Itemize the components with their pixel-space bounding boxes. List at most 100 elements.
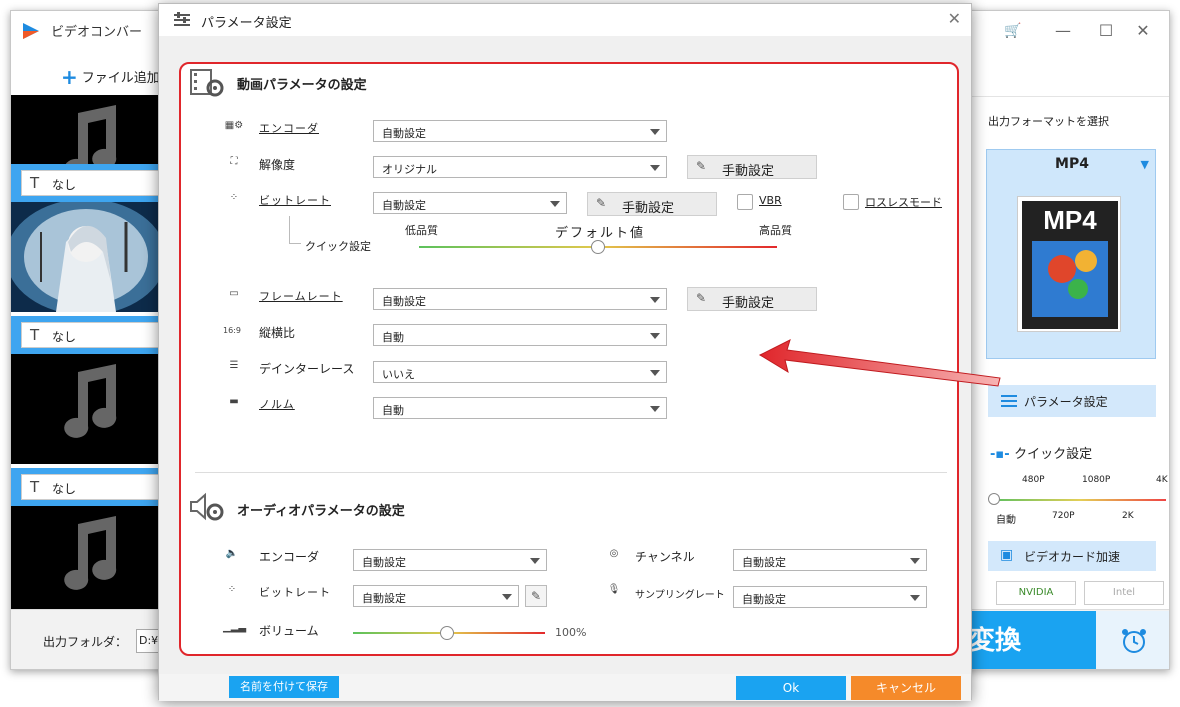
chevron-down-icon [650, 129, 660, 135]
deinterlace-select[interactable]: いいえ [373, 361, 667, 383]
quick-quality-knob[interactable] [988, 493, 1000, 505]
video-bitrate-label[interactable]: ビットレート [259, 192, 331, 208]
quick-quality-track[interactable] [994, 499, 1166, 501]
chevron-down-icon [910, 558, 920, 564]
cancel-button[interactable]: キャンセル [851, 676, 961, 700]
chevron-down-icon [650, 333, 660, 339]
framerate-value: 自動設定 [382, 295, 426, 308]
subtitle-row: T なし [11, 468, 161, 506]
audio-bitrate-select[interactable]: 自動設定 [353, 585, 519, 607]
tree-connector [289, 216, 301, 244]
resolution-manual-button[interactable]: ✎ 手動設定 [687, 155, 817, 179]
quick-label-2k: 2K [1122, 511, 1134, 521]
framerate-label[interactable]: フレームレート [259, 288, 343, 304]
resolution-select[interactable]: オリジナル [373, 156, 667, 178]
framerate-select[interactable]: 自動設定 [373, 288, 667, 310]
channel-select[interactable]: 自動設定 [733, 549, 927, 571]
audio-bitrate-edit-button[interactable]: ✎ [525, 585, 547, 607]
samplerate-select[interactable]: 自動設定 [733, 586, 927, 608]
music-note-icon [64, 516, 117, 590]
vbr-label: VBR [759, 194, 782, 207]
subtitle-value: なし [52, 482, 77, 496]
audio-encoder-value: 自動設定 [362, 556, 406, 569]
high-quality-label: 高品質 [759, 224, 792, 237]
output-folder-label: 出力フォルダ： [43, 635, 128, 649]
convert-label: 変換 [969, 626, 1022, 656]
quick-label-1080p: 1080P [1082, 475, 1111, 485]
quick-label-4k: 4K [1156, 475, 1168, 485]
mp4-icon-text: MP4 [1043, 205, 1097, 235]
cart-icon[interactable]: 🛒 [1001, 19, 1025, 43]
chevron-down-icon [650, 165, 660, 171]
aspect-ratio-icon: 16:9 [223, 326, 241, 335]
framerate-icon: ▭ [229, 288, 239, 299]
close-button[interactable]: ✕ [1131, 19, 1155, 43]
section-divider [195, 472, 947, 473]
low-quality-label: 低品質 [405, 224, 438, 237]
video-encoder-select[interactable]: 自動設定 [373, 120, 667, 142]
subtitle-select[interactable]: T なし [21, 474, 161, 500]
volume-knob[interactable] [440, 626, 455, 640]
file-thumbnail[interactable] [11, 506, 161, 616]
aspect-select[interactable]: 自動 [373, 324, 667, 346]
quick-label-480p: 480P [1022, 475, 1045, 485]
ok-button[interactable]: Ok [736, 676, 846, 700]
dialog-close-button[interactable]: ✕ [948, 9, 961, 28]
format-panel-title: 出力フォーマットを選択 [988, 115, 1109, 128]
video-bitrate-select[interactable]: 自動設定 [373, 192, 567, 214]
save-as-label: 名前を付けて保存 [240, 680, 328, 693]
gpu-acceleration-button[interactable]: ▣ ビデオカード加速 [988, 541, 1156, 571]
pencil-icon: ✎ [696, 159, 707, 173]
minimize-button[interactable]: — [1051, 19, 1075, 43]
dialog-footer: 名前を付けて保存 Ok キャンセル [159, 674, 971, 701]
file-thumbnail[interactable] [11, 354, 161, 464]
samplerate-label: サンプリングレート [635, 590, 725, 601]
video-section-title: 動画パラメータの設定 [237, 78, 367, 93]
vbr-checkbox[interactable] [737, 194, 753, 210]
intel-badge: Intel [1084, 581, 1164, 605]
convert-button[interactable]: 変換 [961, 611, 1096, 669]
quick-label-auto: 自動 [996, 515, 1016, 526]
volume-label: ボリューム [259, 624, 319, 638]
chevron-down-icon [650, 297, 660, 303]
dropdown-arrow-icon: ▼ [1140, 158, 1149, 171]
parameter-settings-button[interactable]: パラメータ設定 [988, 385, 1156, 417]
maximize-button[interactable]: ☐ [1094, 19, 1118, 43]
add-file-label: ファイル追加 [81, 71, 160, 86]
monitor-icon: ▬ [229, 396, 239, 407]
lossless-checkbox[interactable] [843, 194, 859, 210]
intel-label: Intel [1112, 587, 1136, 598]
subtitle-row: T なし [11, 316, 161, 354]
audio-encoder-select[interactable]: 自動設定 [353, 549, 547, 571]
subtitle-value: なし [52, 178, 77, 192]
norm-label[interactable]: ノルム [259, 396, 295, 412]
norm-value: 自動 [382, 404, 404, 417]
pencil-icon: ✎ [596, 196, 607, 210]
norm-select[interactable]: 自動 [373, 397, 667, 419]
quick-label-720p: 720P [1052, 511, 1075, 521]
subtitle-select[interactable]: T なし [21, 322, 161, 348]
subtitle-select[interactable]: T なし [21, 170, 161, 196]
bitrate-manual-button[interactable]: ✎ 手動設定 [587, 192, 717, 216]
audio-bitrate-icon: ⁘ [227, 584, 237, 595]
schedule-button[interactable] [1096, 611, 1169, 669]
video-bitrate-value: 自動設定 [382, 199, 426, 212]
save-as-button[interactable]: 名前を付けて保存 [229, 676, 339, 698]
plus-icon: + [61, 65, 78, 89]
settings-sliders-icon [174, 12, 190, 26]
resolution-value: オリジナル [382, 163, 437, 176]
file-thumbnail-anime[interactable] [11, 202, 161, 312]
video-quality-knob[interactable] [591, 240, 605, 254]
ok-label: Ok [782, 681, 800, 695]
format-name: MP4 [1055, 156, 1089, 172]
nvidia-label: NVIDIA [1018, 587, 1054, 598]
video-encoder-label[interactable]: エンコーダ [259, 120, 319, 136]
text-icon: T [30, 478, 40, 496]
volume-value: 100% [555, 626, 587, 639]
framerate-manual-button[interactable]: ✎ 手動設定 [687, 287, 817, 311]
add-file-button[interactable]: + ファイル追加 [61, 65, 160, 89]
format-selector[interactable]: MP4 ▼ MP4 [986, 149, 1156, 359]
parameter-settings-dialog: パラメータ設定 ✕ 動画パラメータの設定 ▦⚙ エンコーダ 自動設定 ⛶ 解像度… [158, 3, 972, 701]
manual-label: 手動設定 [622, 201, 675, 216]
chevron-down-icon [650, 370, 660, 376]
